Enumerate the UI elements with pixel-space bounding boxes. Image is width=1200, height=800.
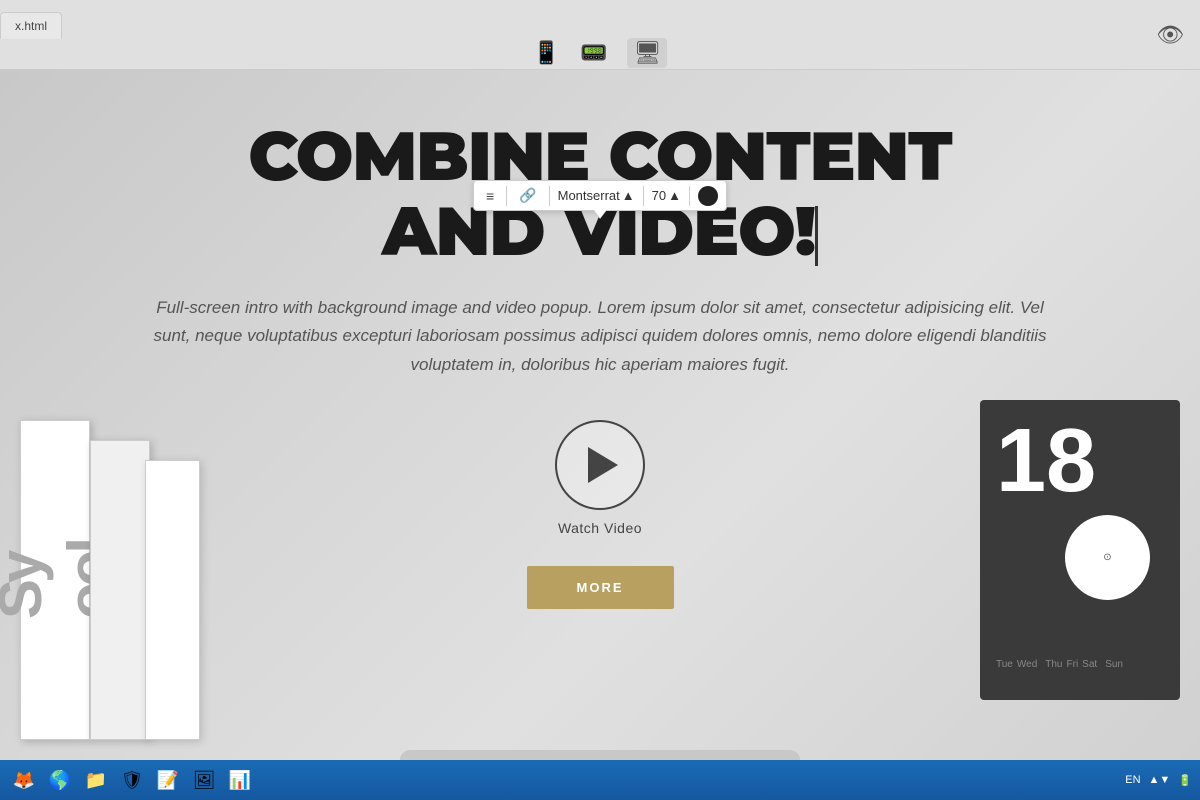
link-button[interactable]: 🔗 xyxy=(515,185,540,206)
watch-video-section: Watch Video xyxy=(40,420,1160,536)
more-button[interactable]: MORE xyxy=(527,566,674,609)
text-cursor xyxy=(815,206,818,266)
editor-toolbar: ≡ 🔗 Montserrat ▲ 70 ▲ xyxy=(473,180,727,211)
font-name: Montserrat xyxy=(558,188,620,203)
browser-tab[interactable]: x.html xyxy=(0,12,62,39)
toolbar-divider-3 xyxy=(643,186,644,206)
mobile-icon[interactable]: 📱 xyxy=(533,40,560,66)
taskbar-lang: EN xyxy=(1125,774,1140,786)
align-button[interactable]: ≡ xyxy=(482,186,498,206)
play-icon xyxy=(588,447,618,483)
font-selector[interactable]: Montserrat ▲ xyxy=(558,188,635,203)
play-button[interactable] xyxy=(555,420,645,510)
taskbar-antivirus[interactable]: 🛡 xyxy=(116,764,148,796)
toolbar-divider-4 xyxy=(689,186,690,206)
taskbar-photoshop[interactable]: 🖼 xyxy=(188,764,220,796)
taskbar-word[interactable]: 📝 xyxy=(152,764,184,796)
font-size-value: 70 xyxy=(652,188,666,203)
taskbar-browser[interactable]: 🌎 xyxy=(44,764,76,796)
browser-chrome: x.html 📱 📟 🖥 👁 xyxy=(0,0,1200,70)
main-content: Syool 18 Tue Wed Thu Fri Sat Sun xyxy=(0,70,1200,800)
toolbar-divider-2 xyxy=(549,186,550,206)
taskbar-battery: 🔋 xyxy=(1178,774,1192,787)
browser-toolbar: 📱 📟 🖥 xyxy=(0,38,1200,68)
font-arrow: ▲ xyxy=(622,188,635,203)
hero-subtitle: Full-screen intro with background image … xyxy=(150,294,1050,381)
tablet-icon[interactable]: 📟 xyxy=(580,40,607,66)
taskbar-filezilla[interactable]: 📁 xyxy=(80,764,112,796)
taskbar-arrows: ▲▼ xyxy=(1149,774,1171,786)
eye-icon[interactable]: 👁 xyxy=(1156,22,1184,48)
taskbar-app6[interactable]: 📊 xyxy=(224,764,256,796)
taskbar-right: EN ▲▼ 🔋 xyxy=(1125,774,1192,787)
size-arrow: ▲ xyxy=(668,188,681,203)
watch-video-label: Watch Video xyxy=(558,520,642,536)
text-color-picker[interactable] xyxy=(698,186,718,206)
desktop-icon[interactable]: 🖥 xyxy=(627,38,667,68)
taskbar: 🦊 🌎 📁 🛡 📝 🖼 📊 EN ▲▼ 🔋 xyxy=(0,760,1200,800)
font-size-selector[interactable]: 70 ▲ xyxy=(652,188,681,203)
toolbar-divider-1 xyxy=(506,186,507,206)
taskbar-firefox[interactable]: 🦊 xyxy=(8,764,40,796)
